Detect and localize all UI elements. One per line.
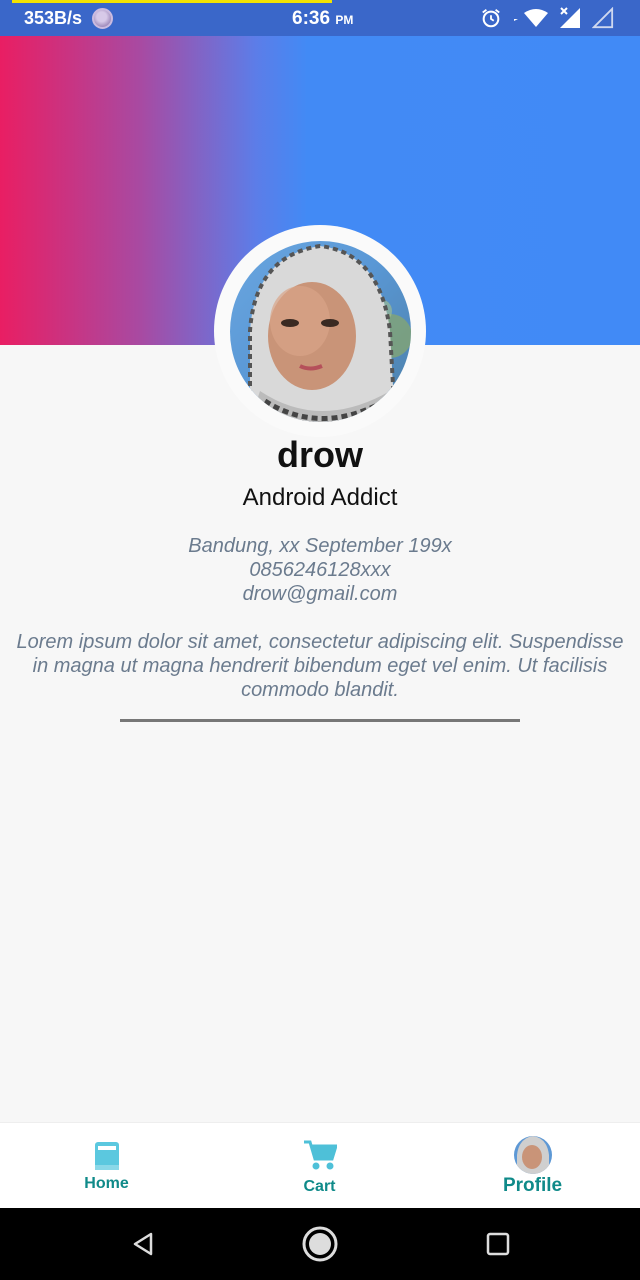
profile-email: drow@gmail.com	[242, 583, 398, 605]
cart-icon	[303, 1140, 337, 1170]
nav-home[interactable]: Home	[0, 1123, 213, 1209]
clock: 6:36 PM	[292, 8, 353, 30]
profile-bio: Lorem ipsum dolor sit amet, consectetur …	[16, 631, 624, 701]
wifi-icon	[514, 9, 548, 27]
bottom-navigation: Home Cart Profile	[0, 1122, 640, 1208]
signal-empty-icon	[592, 7, 614, 29]
profile-phone: 0856246128xxx	[249, 559, 391, 581]
nav-profile-label: Profile	[502, 1175, 563, 1196]
status-icons	[480, 6, 614, 30]
network-speed: 353B/s	[24, 8, 83, 28]
clock-ampm: PM	[335, 13, 354, 27]
avatar-icon	[513, 1136, 552, 1174]
notification-dot-icon	[92, 8, 113, 29]
nav-profile[interactable]: Profile	[426, 1123, 639, 1209]
profile-title: Android Addict	[242, 484, 398, 511]
avatar-frame	[214, 225, 426, 437]
profile-details: Bandung, xx September 199x 0856246128xxx…	[0, 534, 640, 606]
status-bar: 353B/s 6:36 PM	[0, 0, 640, 36]
profile-name: drow	[277, 434, 363, 475]
home-icon[interactable]	[301, 1225, 339, 1263]
clock-time: 6:36	[292, 8, 331, 29]
avatar-photo	[247, 243, 411, 422]
recents-icon[interactable]	[486, 1232, 510, 1256]
book-icon	[94, 1142, 119, 1170]
back-icon[interactable]	[130, 1231, 156, 1257]
nav-home-label: Home	[84, 1175, 129, 1192]
system-navigation-bar	[0, 1208, 640, 1280]
nav-cart[interactable]: Cart	[213, 1123, 426, 1209]
nav-cart-label: Cart	[303, 1178, 336, 1195]
download-progress-line	[12, 0, 332, 3]
profile-avatar[interactable]	[229, 240, 411, 422]
alarm-icon	[482, 9, 500, 28]
divider	[120, 719, 520, 722]
signal-icon	[560, 7, 580, 28]
profile-birth: Bandung, xx September 199x	[188, 535, 452, 557]
